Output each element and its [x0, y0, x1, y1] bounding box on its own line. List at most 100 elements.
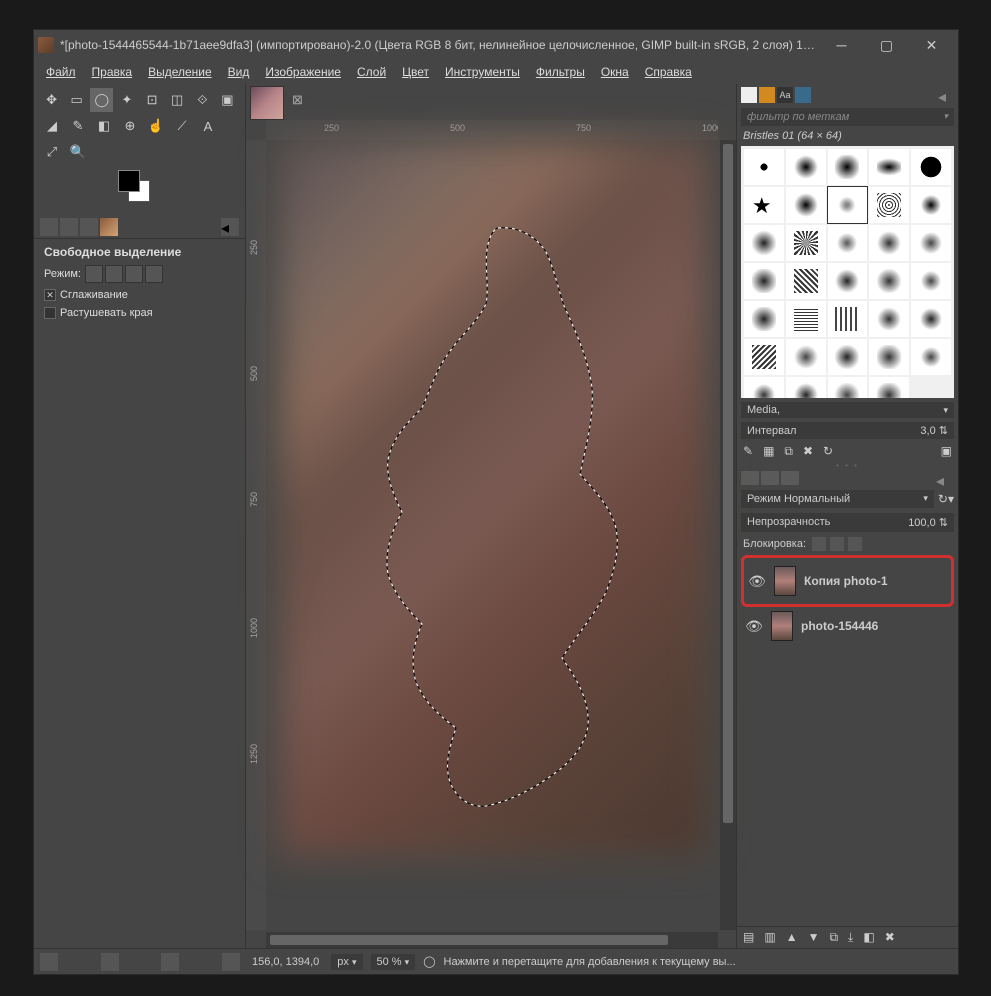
menu-select[interactable]: Выделение	[142, 63, 218, 81]
maximize-button[interactable]: ▢	[864, 30, 909, 60]
color-picker-tool[interactable]: ⤢	[40, 140, 64, 164]
menu-help[interactable]: Справка	[639, 63, 698, 81]
menu-image[interactable]: Изображение	[259, 63, 347, 81]
images-tab[interactable]	[100, 218, 118, 236]
menu-tools[interactable]: Инструменты	[439, 63, 526, 81]
menubar: Файл Правка Выделение Вид Изображение Сл…	[34, 60, 958, 84]
tool-options-tab[interactable]	[40, 218, 58, 236]
duplicate-layer-icon[interactable]: ⧉	[829, 930, 838, 945]
eraser-tool[interactable]: ◧	[92, 114, 116, 138]
pencil-tool[interactable]: ✎	[66, 114, 90, 138]
menu-edit[interactable]: Правка	[86, 63, 139, 81]
delete-layer-icon[interactable]: ✖	[885, 930, 895, 945]
left-panel: ✥ ▭ ◯ ✦ ⊡ ◫ ⟐ ▣ ◢ ✎ ◧ ⊕ ☝ ⟋ A	[34, 84, 246, 948]
visibility-toggle-icon[interactable]: 👁	[748, 574, 766, 588]
lock-alpha-icon[interactable]	[848, 537, 862, 551]
brush-filter-input[interactable]: фильтр по меткам▾	[741, 108, 954, 126]
ruler-horizontal[interactable]: 250 500 750 1000	[266, 120, 718, 140]
crop-tool[interactable]: ⊡	[141, 88, 164, 112]
edit-brush-icon[interactable]: ✎	[743, 444, 753, 459]
fuzzy-select-tool[interactable]: ✦	[115, 88, 138, 112]
menu-colors[interactable]: Цвет	[396, 63, 435, 81]
tab-menu-icon[interactable]: ◂	[221, 218, 239, 236]
antialias-label: Сглаживание	[60, 289, 128, 301]
scrollbar-horizontal[interactable]	[266, 932, 718, 948]
minimize-button[interactable]: ─	[819, 30, 864, 60]
ruler-vertical[interactable]: 250 500 750 1000 1250	[246, 140, 266, 930]
layer-row[interactable]: 👁 photo-154446	[741, 607, 954, 645]
delete-tool-preset-icon[interactable]	[161, 953, 179, 971]
menu-view[interactable]: Вид	[222, 63, 256, 81]
fonts-tab[interactable]: Aa	[777, 87, 793, 103]
delete-brush-icon[interactable]: ✖	[803, 444, 813, 459]
save-tool-preset-icon[interactable]	[40, 953, 58, 971]
close-document-icon[interactable]: ⊠	[292, 92, 303, 108]
zoom-tool[interactable]: 🔍	[66, 140, 90, 164]
unit-select[interactable]: px ▾	[331, 954, 362, 970]
move-tool[interactable]: ✥	[40, 88, 63, 112]
text-tool[interactable]: A	[196, 114, 220, 138]
close-button[interactable]: ✕	[909, 30, 954, 60]
warp-tool[interactable]: ⟐	[191, 88, 214, 112]
rect-select-tool[interactable]: ▭	[65, 88, 88, 112]
layer-row-active[interactable]: 👁 Копия photo-1	[741, 555, 954, 607]
menu-file[interactable]: Файл	[40, 63, 82, 81]
document-tab[interactable]	[250, 86, 284, 120]
layers-panel-menu-icon[interactable]: ◂	[936, 471, 954, 485]
refresh-brushes-icon[interactable]: ↻	[823, 444, 833, 459]
layer-list: 👁 Копия photo-1 👁 photo-154446	[741, 555, 954, 924]
brushes-tab[interactable]	[741, 87, 757, 103]
paths-tab[interactable]	[781, 471, 799, 485]
fg-color-swatch[interactable]	[118, 170, 140, 192]
feather-checkbox[interactable]	[44, 307, 56, 319]
mode-intersect[interactable]	[145, 265, 163, 283]
device-status-tab[interactable]	[60, 218, 78, 236]
undo-history-tab[interactable]	[80, 218, 98, 236]
reset-tool-preset-icon[interactable]	[222, 953, 240, 971]
lower-layer-icon[interactable]: ▼	[808, 930, 820, 945]
visibility-toggle-icon[interactable]: 👁	[745, 619, 763, 633]
antialias-checkbox[interactable]: ✕	[44, 289, 56, 301]
mode-replace[interactable]	[85, 265, 103, 283]
brush-media-select[interactable]: Media,▾	[741, 402, 954, 418]
gradient-tool[interactable]: ◢	[40, 114, 64, 138]
raise-layer-icon[interactable]: ▲	[786, 930, 798, 945]
mode-subtract[interactable]	[125, 265, 143, 283]
scrollbar-vertical[interactable]	[720, 140, 736, 930]
color-swatches[interactable]	[118, 170, 174, 208]
channels-tab[interactable]	[761, 471, 779, 485]
layer-mode-select[interactable]: Режим Нормальный ▾	[741, 490, 934, 508]
brush-grid[interactable]: ★	[741, 146, 954, 398]
menu-windows[interactable]: Окна	[595, 63, 635, 81]
new-brush-icon[interactable]: ▦	[763, 444, 774, 459]
opacity-slider[interactable]: Непрозрачность 100,0 ⇅	[741, 513, 954, 532]
mode-label: Режим:	[44, 268, 81, 280]
history-tab[interactable]	[795, 87, 811, 103]
path-tool[interactable]: ⟋	[170, 114, 194, 138]
mode-reset-icon[interactable]: ↻▾	[938, 492, 954, 506]
feather-label: Растушевать края	[60, 307, 153, 319]
layer-group-icon[interactable]: ▥	[764, 930, 775, 945]
merge-down-icon[interactable]: ⤓	[848, 930, 853, 945]
restore-tool-preset-icon[interactable]	[101, 953, 119, 971]
layers-tab[interactable]	[741, 471, 759, 485]
duplicate-brush-icon[interactable]: ⧉	[784, 444, 793, 459]
canvas[interactable]	[266, 140, 718, 930]
clone-tool[interactable]: ⊕	[118, 114, 142, 138]
brush-interval-input[interactable]: Интервал 3,0 ⇅	[741, 422, 954, 439]
transform-tool[interactable]: ◫	[166, 88, 189, 112]
smudge-tool[interactable]: ☝	[144, 114, 168, 138]
menu-filters[interactable]: Фильтры	[530, 63, 591, 81]
zoom-select[interactable]: 50 % ▾	[371, 954, 416, 970]
panel-menu-icon[interactable]: ◂	[938, 87, 954, 103]
lock-pixels-icon[interactable]	[812, 537, 826, 551]
mode-add[interactable]	[105, 265, 123, 283]
lock-position-icon[interactable]	[830, 537, 844, 551]
patterns-tab[interactable]	[759, 87, 775, 103]
free-select-tool[interactable]: ◯	[90, 88, 113, 112]
mask-icon[interactable]: ◧	[863, 930, 874, 945]
open-as-image-icon[interactable]: ▣	[941, 444, 952, 459]
bucket-fill-tool[interactable]: ▣	[216, 88, 239, 112]
menu-layer[interactable]: Слой	[351, 63, 392, 81]
new-layer-icon[interactable]: ▤	[743, 930, 754, 945]
